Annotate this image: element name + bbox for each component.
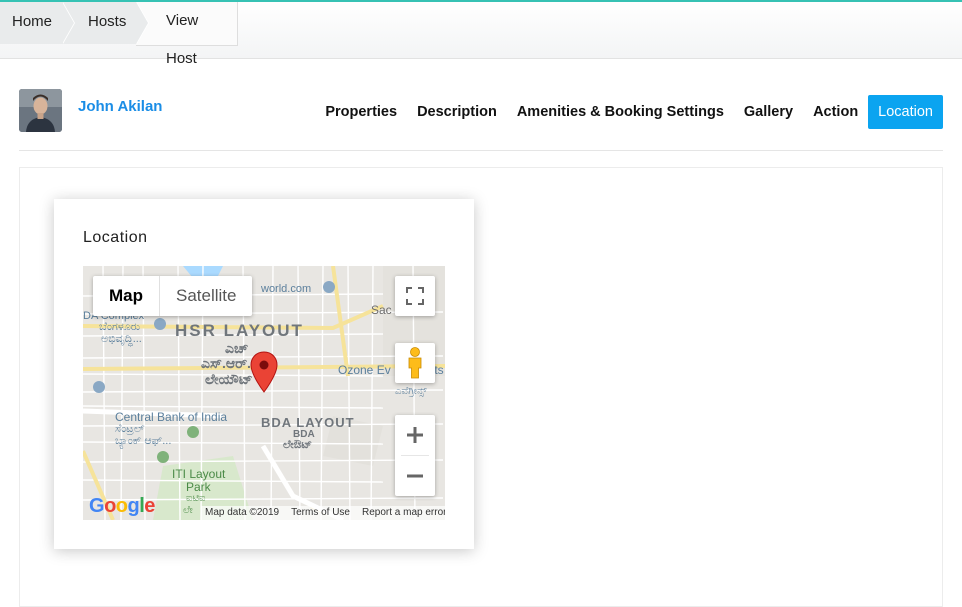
map-label-bda-kn: ಲೇಔಟ್: [283, 439, 313, 451]
map-label-bda: BDA LAYOUT: [261, 415, 355, 430]
report-map-error-link[interactable]: Report a map error: [362, 506, 445, 520]
host-profile: John Akilan: [19, 89, 162, 132]
zoom-control: [395, 415, 435, 496]
breadcrumb-home[interactable]: Home: [0, 2, 75, 44]
map-label-iti-kn1: ಐಟಿಐ: [186, 493, 206, 504]
map-data-attribution: Map data ©2019: [205, 507, 280, 518]
map-pin-icon[interactable]: [250, 351, 278, 393]
map-label-iti-2: Park: [186, 480, 211, 494]
host-name[interactable]: John Akilan: [78, 98, 162, 115]
map-label-complex-kn2: ಅಭಿವೃದ್ಧಿ...: [101, 333, 142, 345]
tab-amenities-booking-settings[interactable]: Amenities & Booking Settings: [507, 95, 734, 129]
tab-properties[interactable]: Properties: [315, 95, 407, 129]
map-footer: Map data ©2019 Terms of Use Report a map…: [201, 506, 445, 520]
location-card: Location HSR LAYOUT ಎಚ್ ಎಸ್.ಆರ್. ಲೇಯೌಟ್ …: [54, 199, 474, 549]
breadcrumb-current: View Host: [136, 2, 238, 67]
zoom-out-button[interactable]: [395, 456, 435, 496]
fullscreen-button[interactable]: [395, 276, 435, 316]
google-logo[interactable]: Google: [89, 495, 155, 518]
top-bar: Home Hosts View Host: [0, 0, 962, 67]
map-label-ozone: Ozone Ev: [338, 363, 391, 377]
plus-icon: [407, 427, 423, 443]
location-title: Location: [83, 229, 148, 246]
map-label-world: world.com: [261, 283, 312, 295]
map-label-hsr-kn2: ಎಸ್.ಆರ್.: [201, 355, 251, 371]
map-label-cbi: Central Bank of India: [115, 410, 228, 424]
map-label-ozone-kn: ಎವೆಗ್ರೀನ್ಸ್: [395, 386, 427, 397]
location-map[interactable]: HSR LAYOUT ಎಚ್ ಎಸ್.ಆರ್. ಲೇಯೌಟ್ DA Comple…: [83, 266, 445, 520]
map-label-hsr: HSR LAYOUT: [175, 321, 304, 340]
header-divider: [19, 150, 943, 151]
avatar: [19, 89, 62, 132]
map-label-cbi-kn2: ಬ್ಯಾಂಕ್ ಆಫ್...: [115, 435, 172, 447]
fullscreen-icon: [406, 287, 424, 305]
breadcrumb-hosts-label: Hosts: [88, 13, 127, 30]
map-label-iti-1: ITI Layout: [172, 467, 226, 481]
map-label-sac: Sac: [371, 303, 392, 317]
map-type-map-button[interactable]: Map: [93, 276, 160, 316]
map-type-satellite-button[interactable]: Satellite: [160, 276, 252, 316]
pegman-icon: [408, 347, 422, 379]
map-type-control: Map Satellite: [93, 276, 253, 316]
map-label-hsr-kn3: ಲೇಯೌಟ್: [205, 371, 253, 387]
minus-icon: [407, 474, 423, 478]
tab-description[interactable]: Description: [407, 95, 507, 129]
tab-action[interactable]: Action: [803, 95, 868, 129]
street-view-button[interactable]: [395, 343, 435, 383]
breadcrumb: Home Hosts View Host: [0, 2, 238, 67]
terms-of-use-link[interactable]: Terms of Use: [291, 506, 350, 520]
tab-gallery[interactable]: Gallery: [734, 95, 803, 129]
tab-location[interactable]: Location: [868, 95, 943, 129]
map-label-iti-kn2: ಲೇ: [183, 505, 193, 516]
breadcrumb-current-label: View Host: [166, 12, 199, 67]
zoom-in-button[interactable]: [395, 415, 435, 455]
breadcrumb-home-label: Home: [12, 13, 53, 30]
host-tabs: Properties Description Amenities & Booki…: [315, 95, 943, 129]
